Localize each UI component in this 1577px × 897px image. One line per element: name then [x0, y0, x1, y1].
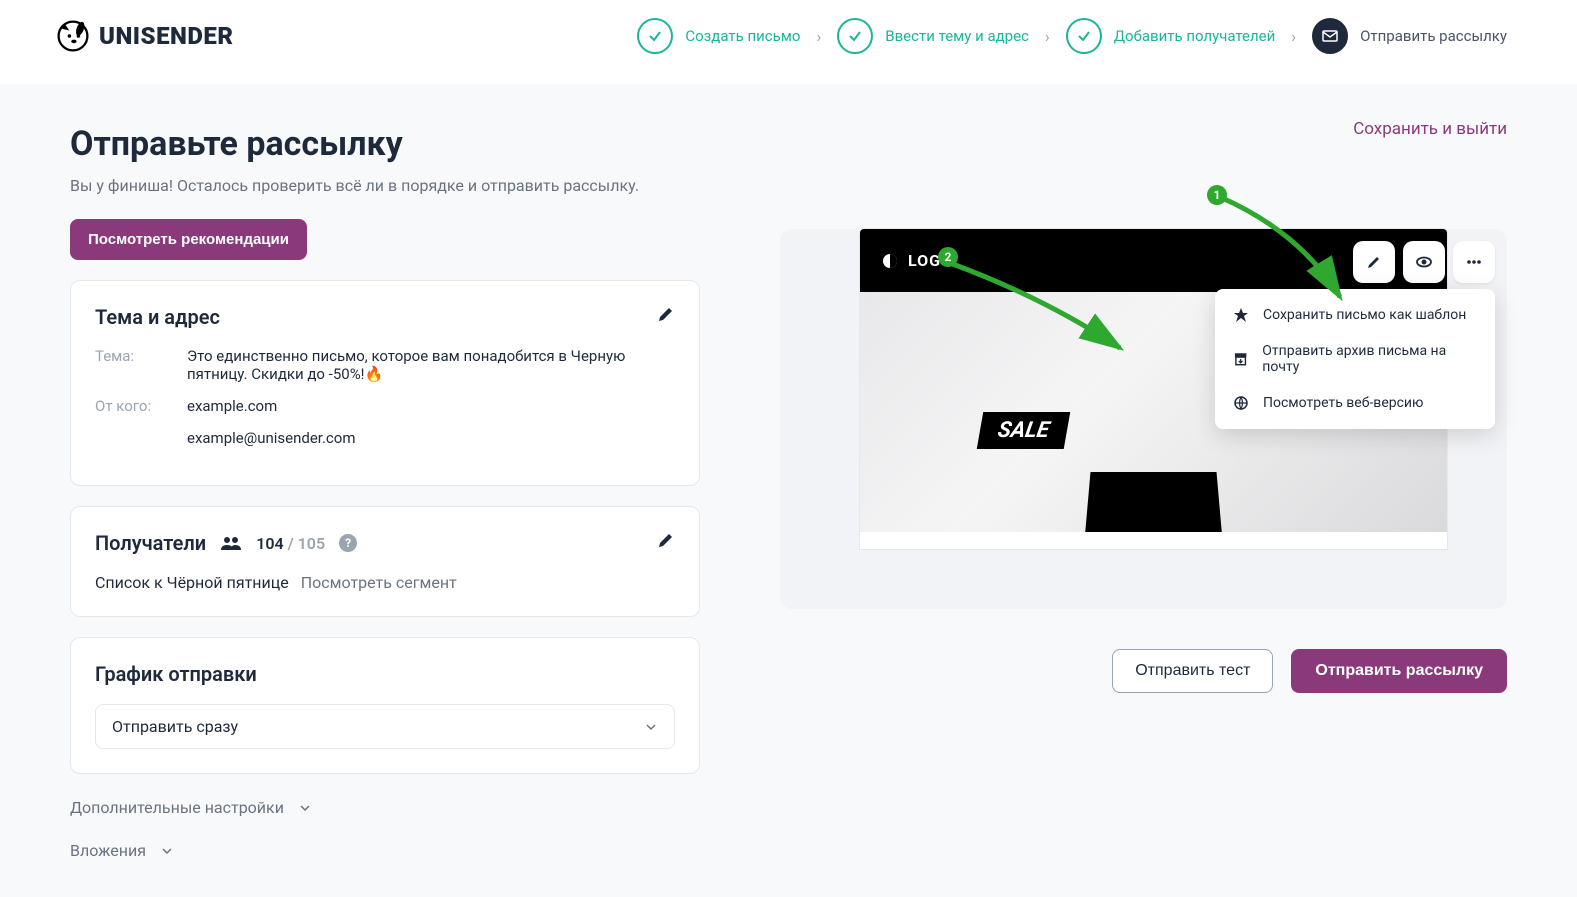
pencil-icon[interactable]	[657, 305, 675, 327]
save-as-template-item[interactable]: Сохранить письмо как шаблон	[1215, 297, 1495, 333]
wizard-steps: Создать письмо › Ввести тему и адрес › Д…	[637, 18, 1507, 54]
from-label: От кого:	[95, 397, 187, 447]
recipients-total: 105	[298, 534, 325, 553]
schedule-select[interactable]: Отправить сразу	[95, 704, 675, 749]
list-name: Список к Чёрной пятнице	[95, 573, 289, 592]
web-version-item[interactable]: Посмотреть веб-версию	[1215, 385, 1495, 421]
select-value: Отправить сразу	[112, 717, 238, 736]
step-subject[interactable]: Ввести тему и адрес	[837, 18, 1029, 54]
step-create[interactable]: Создать письмо	[637, 18, 800, 54]
bag-graphic	[1084, 452, 1224, 532]
chevron-down-icon	[160, 844, 174, 858]
annotation-badge: 1	[1207, 185, 1227, 205]
chevron-down-icon	[644, 720, 658, 734]
send-test-button[interactable]: Отправить тест	[1112, 649, 1273, 693]
step-send[interactable]: Отправить рассылку	[1312, 18, 1507, 54]
attachments-toggle[interactable]: Вложения	[70, 841, 700, 860]
pencil-icon[interactable]	[657, 531, 675, 553]
from-email: example@unisender.com	[187, 429, 675, 447]
brand-text: UNISENDER	[99, 22, 233, 50]
send-campaign-button[interactable]: Отправить рассылку	[1291, 649, 1507, 693]
people-icon	[220, 535, 242, 551]
step-label: Добавить получателей	[1114, 27, 1276, 45]
edit-button[interactable]	[1353, 241, 1395, 283]
save-exit-link[interactable]: Сохранить и выйти	[1353, 119, 1507, 139]
from-name: example.com	[187, 397, 675, 415]
chevron-right-icon: ›	[1045, 27, 1050, 46]
check-icon	[837, 18, 873, 54]
dog-icon	[55, 18, 91, 54]
advanced-settings-toggle[interactable]: Дополнительные настройки	[70, 798, 700, 817]
recipients-card: Получатели 104 / 105 ? Список к Чёрной п…	[70, 506, 700, 617]
pencil-icon	[1366, 254, 1382, 270]
more-button[interactable]	[1453, 241, 1495, 283]
step-label: Ввести тему и адрес	[885, 27, 1029, 45]
more-dropdown: Сохранить письмо как шаблон Отправить ар…	[1215, 289, 1495, 429]
archive-icon	[1233, 351, 1248, 367]
recipients-count: 104	[256, 534, 283, 553]
chevron-right-icon: ›	[816, 27, 821, 46]
send-archive-item[interactable]: Отправить архив письма на почту	[1215, 333, 1495, 385]
subject-address-card: Тема и адрес Тема: Это единственно письм…	[70, 280, 700, 486]
chevron-right-icon: ›	[1291, 27, 1296, 46]
brand-logo[interactable]: UNISENDER	[55, 18, 233, 54]
page-title: Отправьте рассылку	[70, 124, 700, 164]
globe-icon	[1233, 395, 1249, 411]
check-icon	[1066, 18, 1102, 54]
email-preview-panel: Сохранить письмо как шаблон Отправить ар…	[780, 229, 1507, 609]
page-subtitle: Вы у финиша! Осталось проверить всё ли в…	[70, 176, 700, 195]
sale-tag: SALE	[977, 412, 1071, 449]
mail-icon	[1312, 18, 1348, 54]
recommendations-button[interactable]: Посмотреть рекомендации	[70, 219, 307, 260]
eye-icon	[1415, 253, 1433, 271]
card-title: Получатели	[95, 531, 206, 555]
step-recipients[interactable]: Добавить получателей	[1066, 18, 1276, 54]
segment-link[interactable]: Посмотреть сегмент	[301, 573, 457, 592]
logo-mark-icon	[882, 253, 898, 269]
step-label: Создать письмо	[685, 27, 800, 45]
preview-button[interactable]	[1403, 241, 1445, 283]
schedule-card: График отправки Отправить сразу	[70, 637, 700, 774]
card-title: График отправки	[95, 662, 675, 686]
help-icon[interactable]: ?	[339, 534, 357, 552]
theme-value: Это единственно письмо, которое вам пона…	[187, 347, 675, 383]
chevron-down-icon	[298, 801, 312, 815]
card-title: Тема и адрес	[95, 305, 675, 329]
star-icon	[1233, 307, 1249, 323]
annotation-badge: 2	[938, 247, 958, 267]
dots-icon	[1465, 253, 1483, 271]
theme-label: Тема:	[95, 347, 187, 383]
step-label: Отправить рассылку	[1360, 27, 1507, 45]
check-icon	[637, 18, 673, 54]
